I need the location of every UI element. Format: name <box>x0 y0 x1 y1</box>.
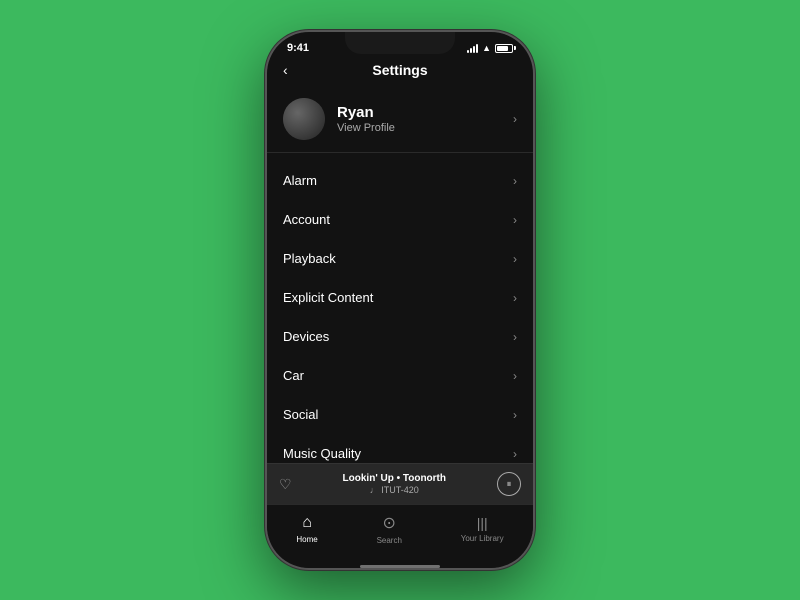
power-button <box>533 142 535 184</box>
profile-name: Ryan <box>337 104 395 121</box>
settings-label-playback: Playback <box>283 251 336 266</box>
screen: 9:41 ▲ ‹ Settings <box>267 32 533 568</box>
bottom-nav: ⌂ Home ⊙ Search ||| Your Library <box>267 504 533 561</box>
settings-list: Alarm › Account › Playback › Explicit Co… <box>267 153 533 463</box>
avatar <box>283 98 325 140</box>
home-indicator <box>360 565 440 568</box>
settings-label-alarm: Alarm <box>283 173 317 188</box>
mini-player-title: Lookin' Up • Toonorth <box>343 473 446 484</box>
heart-icon[interactable]: ♡ <box>279 476 292 493</box>
battery-icon <box>495 44 513 53</box>
status-time: 9:41 <box>287 42 309 54</box>
settings-item-devices[interactable]: Devices › <box>267 317 533 356</box>
settings-item-social[interactable]: Social › <box>267 395 533 434</box>
chevron-icon: › <box>513 213 517 227</box>
phone-frame: 9:41 ▲ ‹ Settings <box>265 30 535 570</box>
profile-left: Ryan View Profile <box>283 98 395 140</box>
page-title: Settings <box>372 62 427 78</box>
wifi-icon: ▲ <box>482 43 491 53</box>
profile-section[interactable]: Ryan View Profile › <box>267 86 533 153</box>
nav-library-label: Your Library <box>461 534 504 543</box>
settings-item-alarm[interactable]: Alarm › <box>267 161 533 200</box>
settings-item-account[interactable]: Account › <box>267 200 533 239</box>
nav-home[interactable]: ⌂ Home <box>296 514 317 544</box>
back-button[interactable]: ‹ <box>283 62 288 78</box>
profile-info: Ryan View Profile <box>337 104 395 134</box>
library-icon: ||| <box>477 515 488 531</box>
volume-down-button <box>265 176 267 202</box>
settings-label-music-quality: Music Quality <box>283 446 361 461</box>
chevron-icon: › <box>513 291 517 305</box>
nav-search-label: Search <box>377 536 402 545</box>
chevron-icon: › <box>513 369 517 383</box>
profile-sub: View Profile <box>337 122 395 134</box>
home-icon: ⌂ <box>302 514 312 532</box>
settings-label-account: Account <box>283 212 330 227</box>
header: ‹ Settings <box>267 58 533 86</box>
mini-player[interactable]: ♡ Lookin' Up • Toonorth ♩ ITUT-420 ⏸ <box>267 463 533 504</box>
chevron-icon: › <box>513 408 517 422</box>
settings-label-social: Social <box>283 407 318 422</box>
settings-item-explicit-content[interactable]: Explicit Content › <box>267 278 533 317</box>
status-icons: ▲ <box>467 43 513 53</box>
notch <box>345 32 455 54</box>
settings-item-playback[interactable]: Playback › <box>267 239 533 278</box>
signal-icon <box>467 44 478 53</box>
chevron-icon: › <box>513 447 517 461</box>
mini-player-subtitle: ♩ ITUT-420 <box>343 485 446 495</box>
chevron-icon: › <box>513 252 517 266</box>
silent-switch <box>265 112 267 130</box>
chevron-icon: › <box>513 174 517 188</box>
chevron-icon: › <box>513 330 517 344</box>
nav-library[interactable]: ||| Your Library <box>461 515 504 543</box>
settings-item-music-quality[interactable]: Music Quality › <box>267 434 533 463</box>
settings-label-explicit-content: Explicit Content <box>283 290 373 305</box>
settings-label-devices: Devices <box>283 329 329 344</box>
mini-player-info: Lookin' Up • Toonorth ♩ ITUT-420 <box>343 473 446 495</box>
scroll-content[interactable]: Ryan View Profile › Alarm › Account › Pl <box>267 86 533 463</box>
profile-chevron-icon: › <box>513 112 517 126</box>
volume-up-button <box>265 142 267 168</box>
pause-button[interactable]: ⏸ <box>497 472 521 496</box>
nav-home-label: Home <box>296 535 317 544</box>
nav-search[interactable]: ⊙ Search <box>377 513 402 545</box>
settings-item-car[interactable]: Car › <box>267 356 533 395</box>
settings-label-car: Car <box>283 368 304 383</box>
pause-icon: ⏸ <box>506 479 511 490</box>
search-icon: ⊙ <box>383 513 396 533</box>
